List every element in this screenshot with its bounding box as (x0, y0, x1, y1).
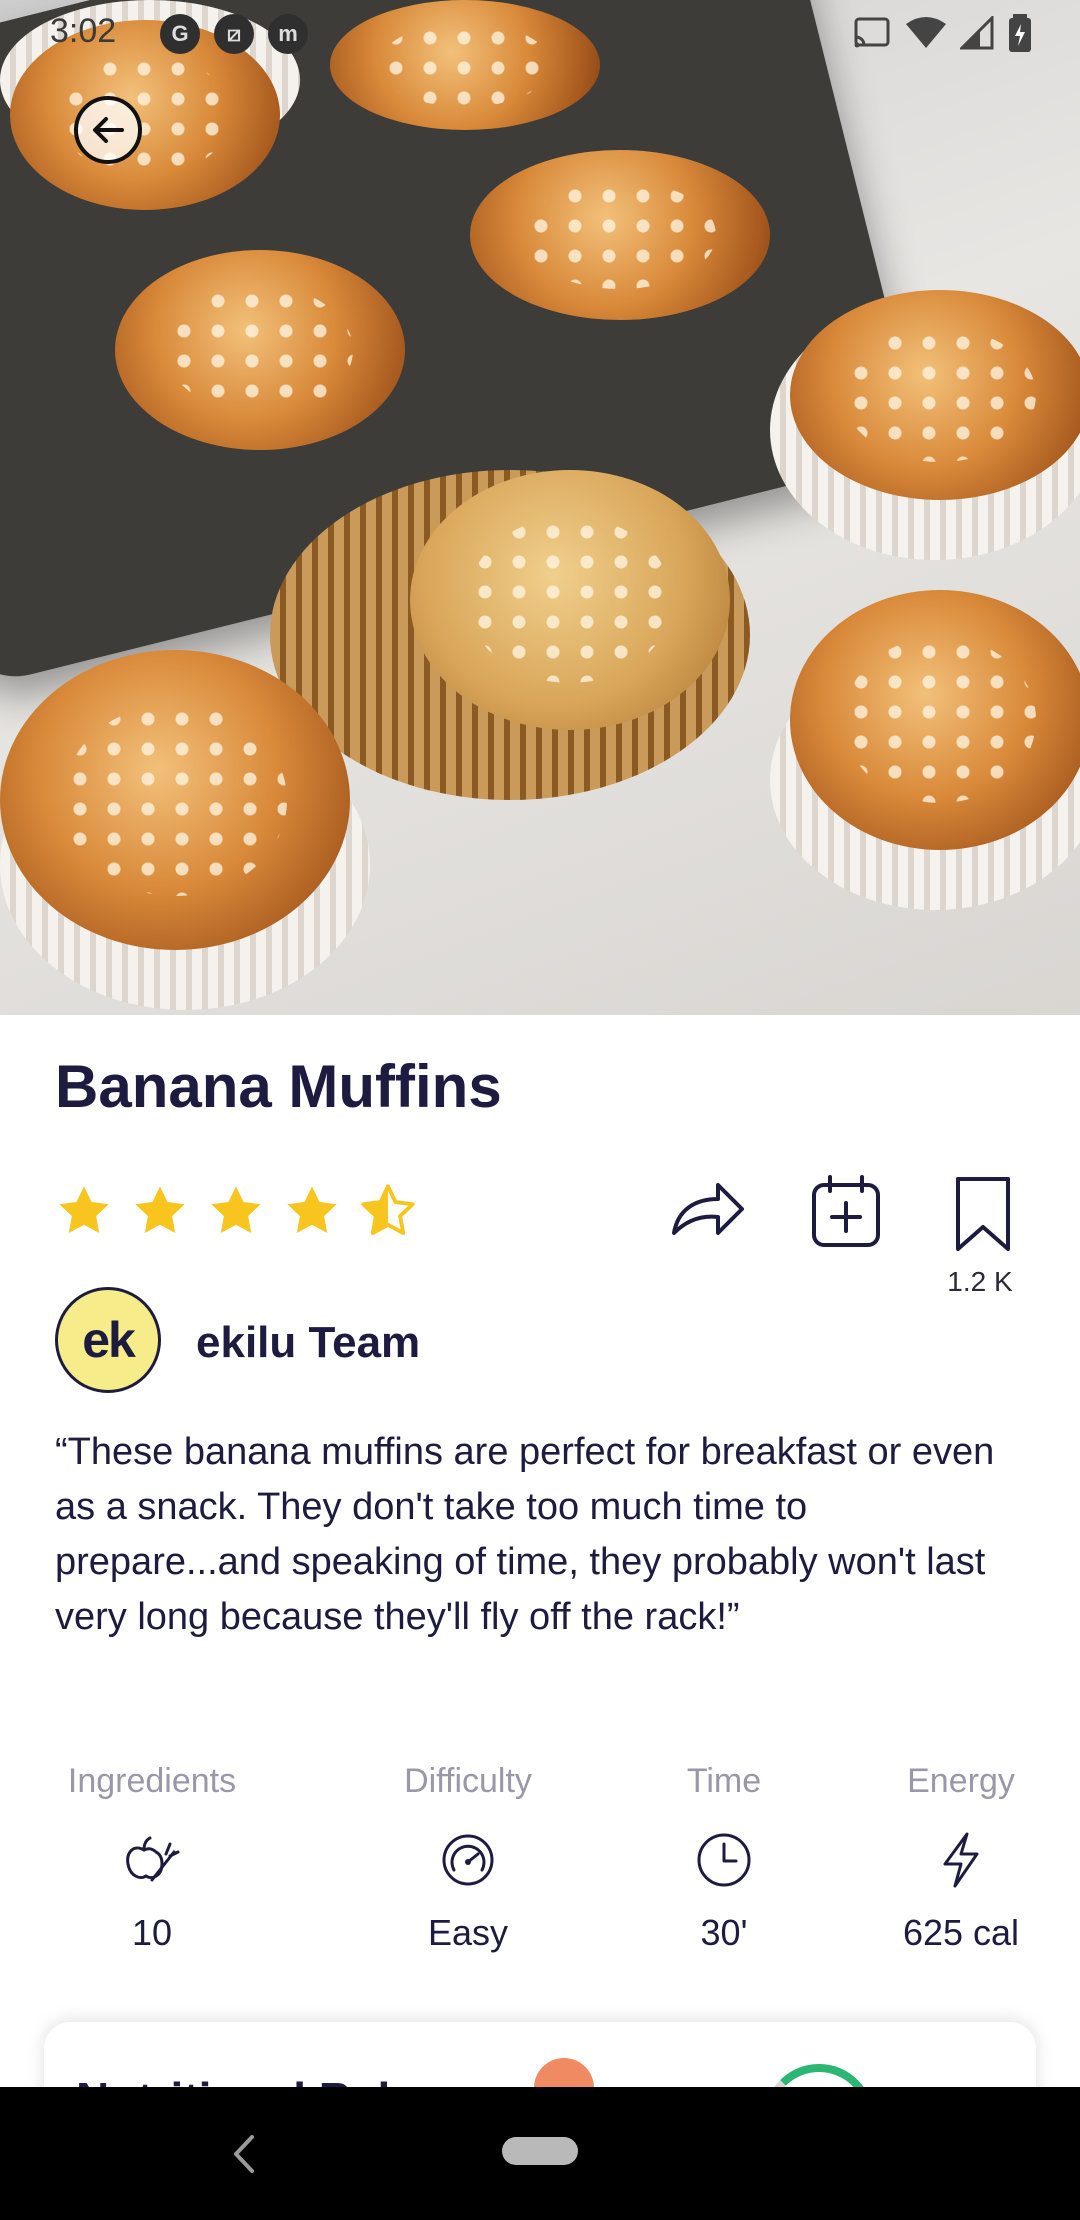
recipe-hero-image (0, 0, 1080, 1015)
stat-difficulty: Difficulty Easy (368, 1762, 568, 1954)
status-time: 3:02 (50, 12, 117, 50)
status-bar: 3:02 G ⧄ m (0, 0, 1080, 66)
recipe-description: “These banana muffins are perfect for br… (55, 1431, 995, 1638)
back-button[interactable] (74, 96, 142, 164)
vegetables-icon (122, 1830, 182, 1890)
star-half-icon (361, 1184, 415, 1235)
bookmark-button[interactable] (950, 1175, 1016, 1253)
arrow-left-icon (93, 117, 124, 143)
stat-label: Ingredients (67, 1762, 237, 1800)
google-icon: G (160, 14, 200, 54)
bookmark-count: 1.2 K (947, 1266, 1013, 1297)
add-to-calendar-button[interactable] (808, 1175, 884, 1251)
signal-icon (960, 16, 994, 50)
star-full-icon (287, 1186, 337, 1233)
muffin (115, 250, 405, 450)
clock-icon (694, 1830, 754, 1890)
stat-label: Difficulty (404, 1762, 532, 1800)
stat-energy: Energy 625 cal (861, 1762, 1061, 1954)
wifi-icon (906, 17, 946, 48)
stat-value: 30' (700, 1912, 748, 1953)
star-full-icon (59, 1186, 109, 1233)
stat-ingredients: Ingredients 10 (52, 1762, 252, 1954)
muffin (790, 590, 1080, 850)
battery-icon (1009, 14, 1031, 52)
stat-value: Easy (427, 1912, 509, 1953)
bookmark-icon (956, 1177, 1010, 1251)
recipe-stats: Ingredients 10 Difficulty Easy Time 30' … (0, 1762, 1080, 1962)
gauge-icon (438, 1830, 498, 1890)
system-nav-bar (0, 2087, 1080, 2220)
cast-icon (854, 17, 890, 48)
share-button[interactable] (668, 1175, 748, 1245)
screenshot-icon: ⧄ (214, 14, 254, 54)
stat-value: 10 (131, 1912, 173, 1953)
star-rating[interactable] (55, 1182, 417, 1240)
star-full-icon (211, 1186, 261, 1233)
app-notification-icon: m (268, 14, 308, 54)
author-avatar[interactable]: ek (55, 1287, 161, 1393)
nav-home-pill[interactable] (502, 2137, 578, 2165)
calendar-add-icon (812, 1175, 880, 1247)
bitten-muffin (410, 470, 730, 730)
muffin (790, 290, 1080, 500)
stat-label: Time (686, 1762, 762, 1800)
lightning-icon (931, 1830, 991, 1890)
muffin (0, 650, 350, 950)
recipe-title: Banana Muffins (55, 1053, 502, 1120)
muffin (470, 150, 770, 320)
nav-back-icon[interactable] (224, 2129, 264, 2179)
stat-time: Time 30' (624, 1762, 824, 1954)
stat-value: 625 cal (902, 1912, 1020, 1953)
share-arrow-icon (672, 1183, 744, 1235)
avatar-initials: ek (82, 1312, 136, 1368)
stat-label: Energy (907, 1762, 1015, 1800)
author-name[interactable]: ekilu Team (196, 1318, 420, 1368)
star-full-icon (135, 1186, 185, 1233)
